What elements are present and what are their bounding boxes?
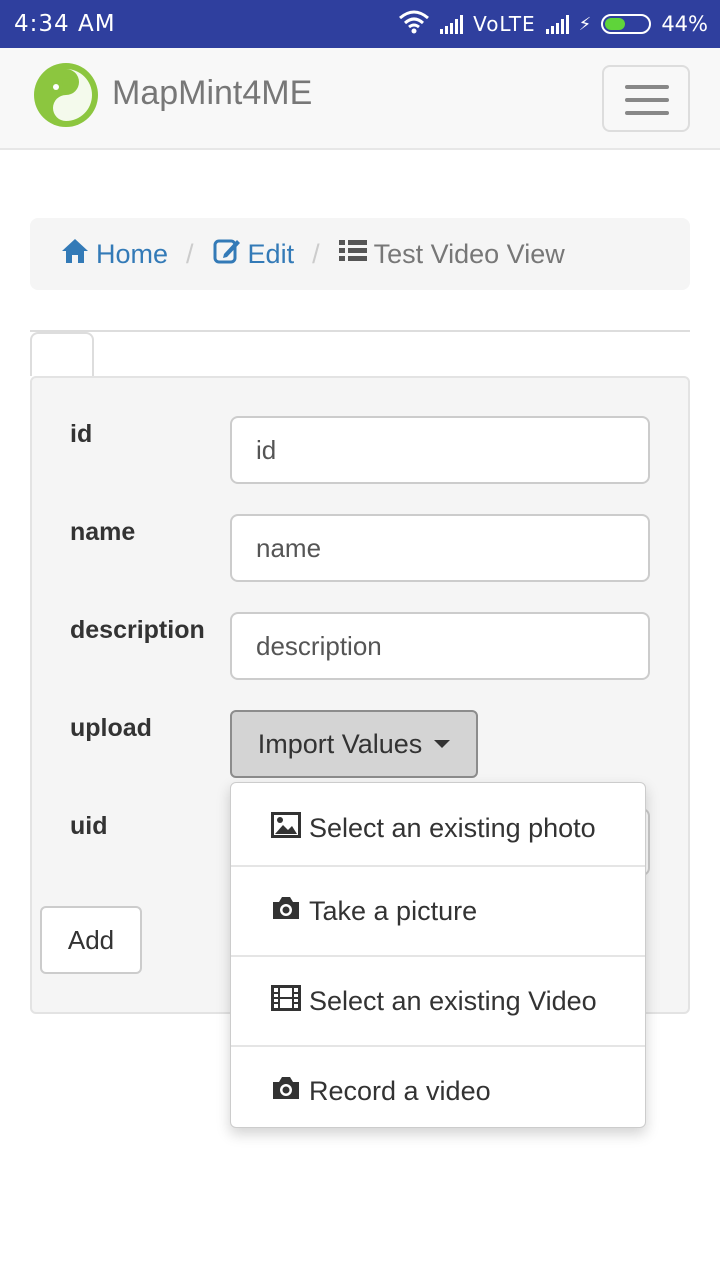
id-input[interactable] [230,416,650,484]
tab-active[interactable] [30,332,94,376]
camera-icon [271,895,301,928]
breadcrumb-separator: / [312,238,320,269]
volte-label: VoLTE [473,12,536,36]
field-label-id: id [70,420,93,448]
import-values-button[interactable]: Import Values [230,710,478,778]
list-icon [338,238,368,271]
hamburger-menu-button[interactable] [602,65,690,132]
film-icon [271,984,301,1018]
picture-icon [271,811,301,845]
camera-icon [271,1075,301,1108]
battery-icon [601,14,652,34]
field-label-uid: uid [70,812,108,840]
menu-item-take-picture[interactable]: Take a picture [231,865,645,955]
field-label-upload: upload [70,714,152,742]
menu-item-select-video[interactable]: Select an existing Video [231,955,645,1045]
edit-icon [212,236,242,273]
field-label-description: description [70,616,205,644]
name-input[interactable] [230,514,650,582]
brand-name[interactable]: MapMint4ME [112,74,312,113]
import-values-dropdown: Select an existing photo Take a picture … [230,782,646,1128]
signal-icon-2 [545,14,569,34]
status-bar: 4:34 AM VoLTE ⚡ 44% [0,0,720,48]
caret-down-icon [434,740,451,748]
add-button[interactable]: Add [40,906,142,974]
breadcrumb-current: Test Video View [338,238,565,271]
charging-icon: ⚡ [578,13,592,35]
signal-icon [440,14,464,34]
mapmint-logo-icon[interactable] [34,63,98,127]
status-time: 4:34 AM [14,11,116,37]
breadcrumb-edit[interactable]: Edit [212,236,294,273]
menu-item-select-photo[interactable]: Select an existing photo [231,783,645,873]
navbar: MapMint4ME [0,48,720,150]
field-label-name: name [70,518,136,546]
menu-item-record-video[interactable]: Record a video [231,1045,645,1135]
breadcrumb: Home / Edit / Test Video View [30,218,690,290]
hamburger-menu-icon [625,85,669,89]
description-input[interactable] [230,612,650,680]
wifi-icon [398,10,430,39]
status-icons: VoLTE ⚡ 44% [398,10,708,38]
tab-bar-divider [30,330,690,332]
battery-percent: 44% [661,12,708,36]
breadcrumb-separator: / [186,238,194,269]
home-icon [60,237,90,272]
breadcrumb-home[interactable]: Home [60,237,168,272]
